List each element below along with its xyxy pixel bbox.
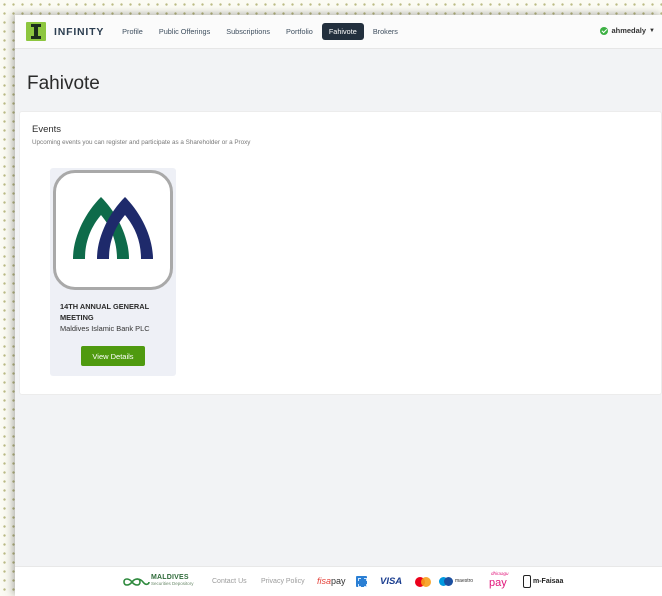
footer: MALDIVES Securities Depository Contact U…: [15, 566, 662, 596]
infinity-logo-icon: [26, 22, 46, 41]
user-menu[interactable]: ahmedaly ▼: [600, 26, 655, 35]
mcsd-infinity-logo-icon: [123, 578, 150, 586]
mastercard-icon: [415, 577, 431, 587]
top-navbar: INFINITY Profile Public Offerings Subscr…: [15, 15, 662, 49]
event-card: 14TH ANNUAL GENERAL MEETING Maldives Isl…: [50, 168, 176, 376]
maestro-logo: maestro: [439, 577, 473, 587]
username: ahmedaly: [611, 26, 647, 35]
nav-items: Profile Public Offerings Subscriptions P…: [115, 23, 407, 40]
brand-name: INFINITY: [54, 25, 105, 38]
nav-item-profile[interactable]: Profile: [115, 23, 150, 40]
event-logo: [53, 170, 173, 290]
qr-payment-icon: [356, 576, 367, 587]
maldives-islamic-bank-logo-icon: [73, 197, 153, 259]
nav-item-public-offerings[interactable]: Public Offerings: [152, 23, 217, 40]
app-window: INFINITY Profile Public Offerings Subscr…: [15, 15, 662, 596]
privacy-policy-link[interactable]: Privacy Policy: [261, 578, 305, 585]
nav-item-brokers[interactable]: Brokers: [366, 23, 405, 40]
caret-down-icon: ▼: [649, 27, 655, 34]
events-heading: Events: [32, 124, 62, 135]
events-subtitle: Upcoming events you can register and par…: [32, 139, 251, 146]
event-company: Maldives Islamic Bank PLC: [60, 324, 150, 333]
nav-item-subscriptions[interactable]: Subscriptions: [219, 23, 277, 40]
page-title: Fahivote: [27, 73, 100, 94]
nav-item-fahivote[interactable]: Fahivote: [321, 23, 364, 40]
nav-item-portfolio[interactable]: Portfolio: [279, 23, 320, 40]
verified-check-icon: [600, 26, 609, 35]
mcsd-logo-text: MALDIVES Securities Depository: [151, 574, 194, 587]
phone-icon: [523, 575, 531, 588]
visa-logo: VISA: [380, 576, 403, 587]
view-details-button[interactable]: View Details: [81, 346, 145, 366]
brand[interactable]: INFINITY: [26, 22, 104, 41]
events-panel: Events Upcoming events you can register …: [19, 111, 662, 395]
event-title: 14TH ANNUAL GENERAL MEETING: [60, 302, 149, 322]
fisapay-logo: fisapay: [317, 576, 346, 586]
dhiraagu-pay-logo: dhiraagu pay: [489, 571, 509, 589]
mcsd-subtitle: Securities Depository: [151, 581, 194, 586]
contact-us-link[interactable]: Contact Us: [212, 578, 247, 585]
